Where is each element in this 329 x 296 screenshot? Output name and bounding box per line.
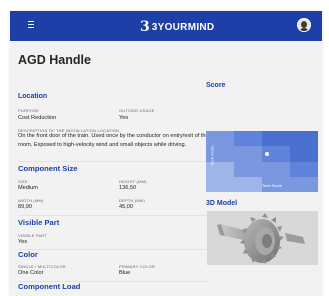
component-load-heading: Component Load — [18, 282, 81, 291]
single-multicolor-value: One Color — [18, 270, 44, 276]
primary-color-value: Blue — [119, 270, 131, 276]
score-cell — [290, 146, 318, 162]
visible-part-value: Yes — [18, 239, 28, 245]
width-value: 89,90 — [18, 204, 32, 210]
score-cell — [290, 161, 318, 177]
color-heading: Color — [18, 250, 38, 259]
depth-value: 45,00 — [119, 204, 133, 210]
3d-model-heading: 3D Model — [206, 200, 238, 207]
purpose-label: PURPOSE — [18, 108, 39, 113]
x-axis-label: Tech Score — [262, 183, 283, 188]
avatar-shoulders — [299, 28, 309, 31]
section-divider — [18, 249, 208, 250]
logo-mark: 3 — [140, 19, 150, 35]
primary-color-label: PRIMARY COLOR — [119, 264, 156, 269]
score-cell — [234, 176, 262, 192]
section-divider — [18, 215, 208, 216]
installation-description-value: On the front door of the train. Used onc… — [18, 133, 209, 148]
depth-label: DEPTH (MM) — [119, 198, 145, 203]
visible-part-label: VISIBLE PART — [18, 233, 47, 238]
hamburger-menu-icon[interactable] — [28, 21, 34, 28]
score-cell — [206, 176, 234, 192]
top-navigation-bar: 3 3YOURMIND — [10, 11, 322, 41]
score-cell — [234, 131, 262, 147]
outside-usage-value: Yes — [119, 115, 129, 121]
score-cell — [262, 161, 290, 177]
component-size-heading: Component Size — [18, 164, 78, 173]
logo-text: 3YOURMIND — [151, 21, 215, 33]
size-value: Medium — [18, 185, 38, 191]
height-value: 136,50 — [119, 185, 137, 191]
score-cell — [290, 131, 318, 147]
section-divider — [18, 161, 208, 162]
single-multicolor-label: SINGLE / MULTICOLOR — [18, 264, 66, 269]
outside-usage-label: OUTSIDE USAGE — [119, 108, 155, 113]
brand-logo[interactable]: 3 3YOURMIND — [140, 19, 214, 35]
avatar-face — [301, 21, 307, 28]
score-heading: Score — [206, 82, 226, 89]
user-avatar[interactable] — [297, 18, 311, 32]
score-marker[interactable] — [265, 152, 269, 156]
location-heading: Location — [18, 93, 48, 100]
score-matrix[interactable]: Tech Score Tech Score — [206, 131, 318, 192]
score-cell — [262, 131, 290, 147]
score-cell — [234, 161, 262, 177]
gear-3d-model-icon — [217, 213, 305, 264]
y-axis-label: Tech Score — [209, 145, 215, 166]
score-cell — [234, 146, 262, 162]
width-label: WIDTH (MM) — [18, 198, 44, 203]
height-label: HEIGHT (MM) — [119, 179, 147, 184]
3d-model-viewer[interactable] — [207, 211, 318, 265]
score-cell — [290, 176, 318, 192]
size-label: SIZE — [18, 179, 28, 184]
visible-part-heading: Visible Part — [18, 218, 60, 227]
purpose-value: Cost Reduction — [18, 115, 57, 121]
page-title: AGD Handle — [18, 53, 91, 67]
score-cell — [206, 131, 234, 147]
app-window: 3 3YOURMIND AGD Handle Location PURPOSE … — [10, 11, 322, 296]
